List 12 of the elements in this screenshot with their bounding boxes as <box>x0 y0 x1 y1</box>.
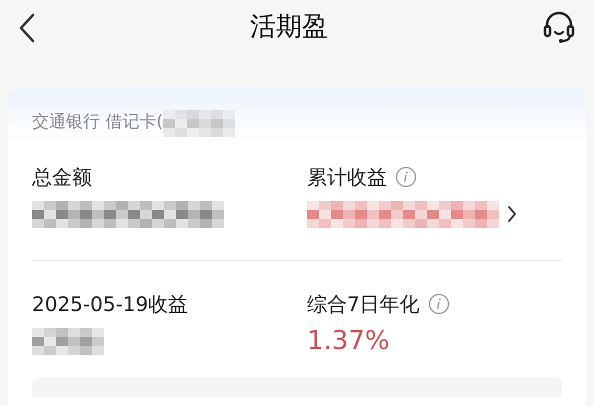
info-icon[interactable] <box>395 166 417 188</box>
field-label: 2025-05-19收益 <box>32 291 188 318</box>
headset-icon[interactable] <box>542 10 576 44</box>
field-label: 总金额 <box>32 164 92 191</box>
chevron-right-icon[interactable] <box>507 205 517 223</box>
field-value: 1.37% <box>307 324 390 358</box>
back-icon[interactable] <box>18 12 36 42</box>
info-icon[interactable] <box>428 293 450 315</box>
field-label: 综合7日年化 <box>307 291 420 318</box>
field-label: 累计收益 <box>307 164 387 191</box>
account-label: 交通银行 借记卡( <box>32 111 164 134</box>
page-title: 活期盈 <box>250 11 328 44</box>
